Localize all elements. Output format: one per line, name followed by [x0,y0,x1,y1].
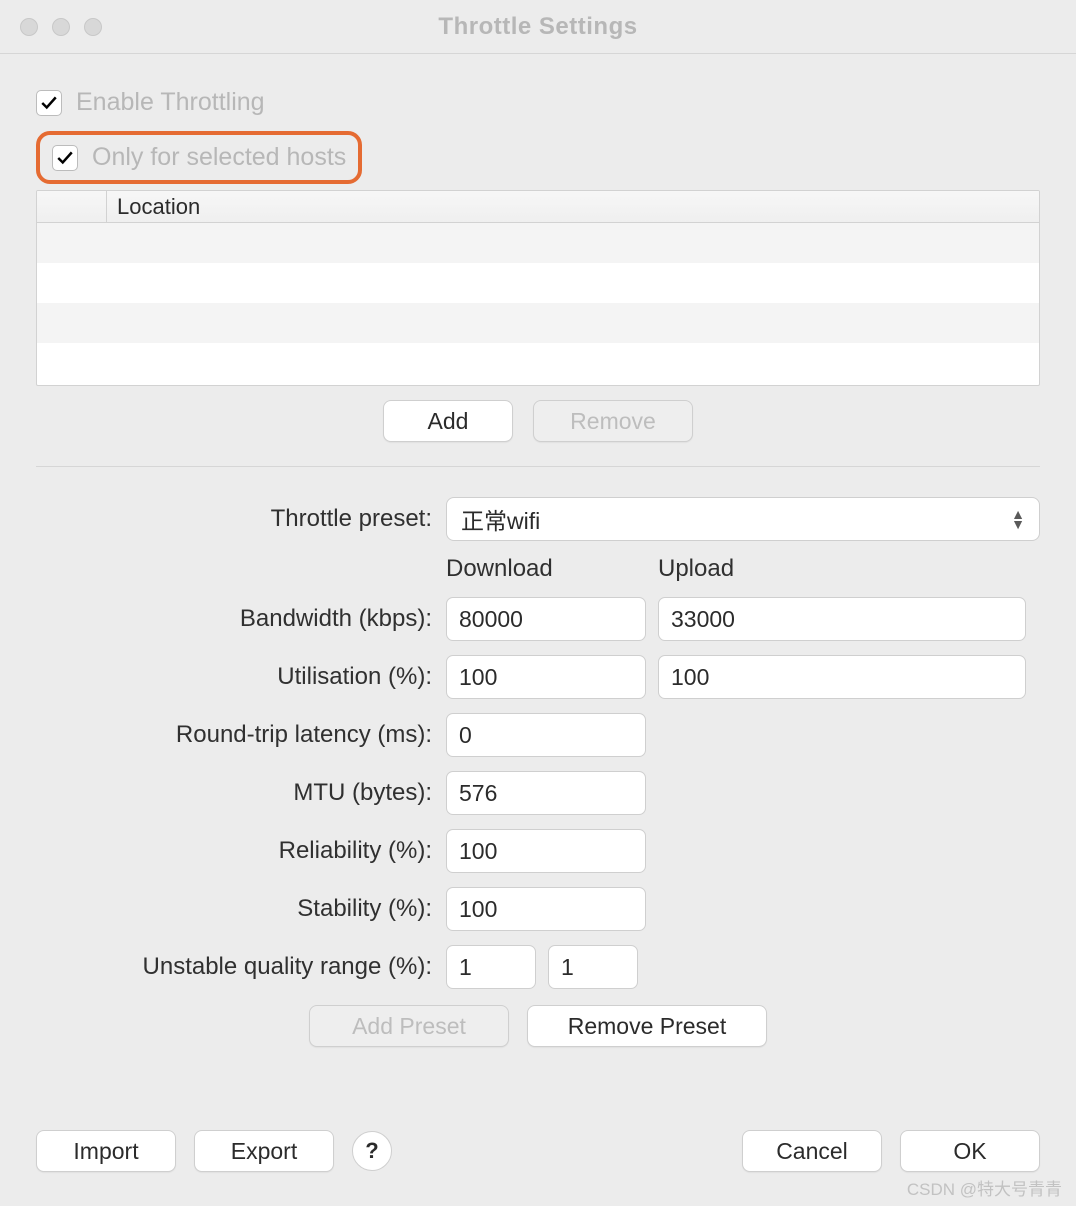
reliability-label: Reliability (%): [36,837,446,865]
only-selected-checkbox[interactable] [52,145,78,171]
ok-button[interactable]: OK [900,1130,1040,1172]
rtt-input[interactable]: 0 [446,713,646,757]
table-row[interactable] [37,303,1039,343]
enable-throttling-checkbox[interactable] [36,90,62,116]
hosts-table-col-location[interactable]: Location [107,194,1039,220]
mtu-input[interactable]: 576 [446,771,646,815]
help-button[interactable]: ? [352,1131,392,1171]
add-preset-button: Add Preset [309,1005,509,1047]
bandwidth-download-input[interactable]: 80000 [446,597,646,641]
remove-preset-button[interactable]: Remove Preset [527,1005,767,1047]
import-button[interactable]: Import [36,1130,176,1172]
mtu-label: MTU (bytes): [36,779,446,807]
throttle-preset-value: 正常wifi [461,502,540,536]
throttle-form: Throttle preset: 正常wifi ▲▼ Download Uplo… [36,497,1040,989]
divider [36,466,1040,467]
add-host-button[interactable]: Add [383,400,513,442]
unstable-low-input[interactable]: 1 [446,945,536,989]
titlebar: Throttle Settings [0,0,1076,54]
check-icon [40,94,58,112]
only-selected-label: Only for selected hosts [92,143,346,172]
hosts-table[interactable]: Location [36,190,1040,386]
watermark: CSDN @特大号青青 [907,1175,1062,1200]
table-row[interactable] [37,343,1039,383]
only-selected-row[interactable]: Only for selected hosts [52,143,346,172]
reliability-input[interactable]: 100 [446,829,646,873]
utilisation-label: Utilisation (%): [36,663,446,691]
footer: Import Export ? Cancel OK [36,1130,1040,1172]
bandwidth-upload-input[interactable]: 33000 [658,597,1026,641]
check-icon [56,149,74,167]
download-header: Download [446,555,646,583]
table-row[interactable] [37,223,1039,263]
export-button[interactable]: Export [194,1130,334,1172]
hosts-table-body [37,223,1039,383]
enable-throttling-row[interactable]: Enable Throttling [36,82,1040,123]
window-title: Throttle Settings [0,13,1076,41]
rtt-label: Round-trip latency (ms): [36,721,446,749]
utilisation-upload-input[interactable]: 100 [658,655,1026,699]
chevron-up-down-icon: ▲▼ [1011,509,1025,529]
only-selected-highlight: Only for selected hosts [36,131,362,184]
preset-label: Throttle preset: [36,505,446,533]
hosts-table-col-empty [37,191,107,222]
throttle-preset-select[interactable]: 正常wifi ▲▼ [446,497,1040,541]
enable-throttling-label: Enable Throttling [76,88,265,117]
bandwidth-label: Bandwidth (kbps): [36,605,446,633]
table-row[interactable] [37,263,1039,303]
unstable-label: Unstable quality range (%): [36,953,446,981]
stability-input[interactable]: 100 [446,887,646,931]
upload-header: Upload [658,555,858,583]
unstable-high-input[interactable]: 1 [548,945,638,989]
stability-label: Stability (%): [36,895,446,923]
utilisation-download-input[interactable]: 100 [446,655,646,699]
remove-host-button: Remove [533,400,693,442]
cancel-button[interactable]: Cancel [742,1130,882,1172]
hosts-table-header: Location [37,191,1039,223]
